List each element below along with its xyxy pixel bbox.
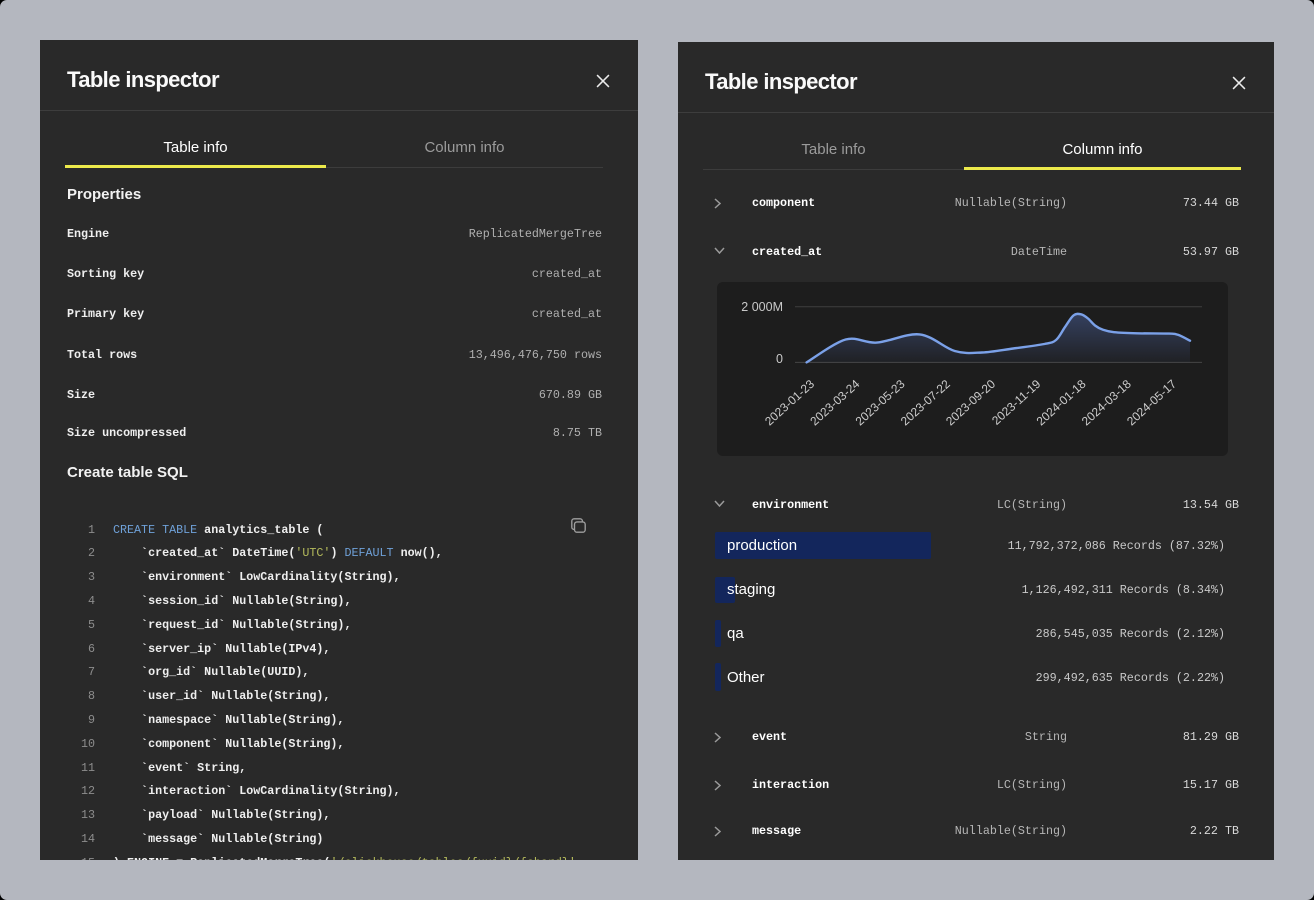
- svg-text:2023-09-20: 2023-09-20: [943, 377, 998, 429]
- svg-text:0: 0: [776, 352, 783, 366]
- svg-text:2 000M: 2 000M: [741, 300, 783, 314]
- svg-text:2024-05-17: 2024-05-17: [1124, 377, 1179, 429]
